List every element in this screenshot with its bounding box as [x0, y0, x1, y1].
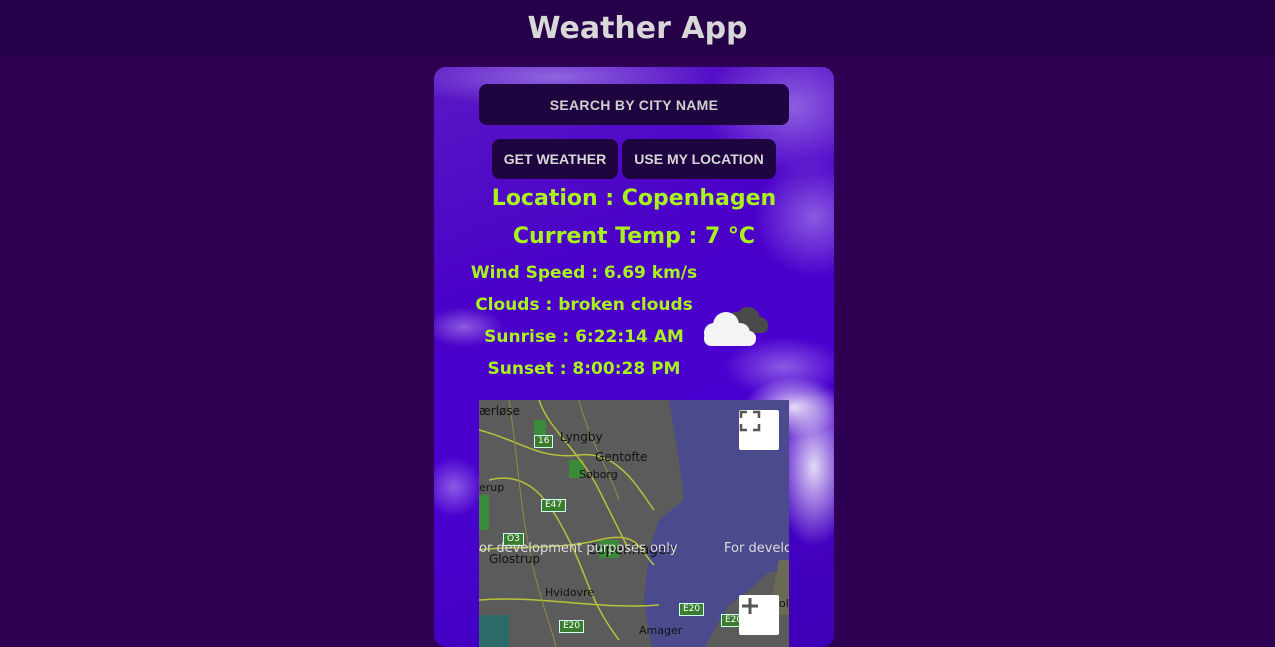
plus-icon — [742, 598, 758, 614]
map-label: Søborg — [579, 468, 618, 481]
map-label: Gentofte — [595, 450, 648, 464]
map-watermark: or development purposes only — [479, 541, 678, 556]
app-header: Weather App — [0, 0, 1275, 57]
fullscreen-icon — [739, 410, 761, 432]
road-marker: E20 — [559, 620, 585, 633]
broken-clouds-icon — [704, 307, 768, 346]
map-label: Amager — [639, 624, 683, 637]
map-label: Hvidovre — [545, 586, 595, 599]
fullscreen-button[interactable] — [739, 410, 779, 450]
sunset-text: Sunset : 8:00:28 PM — [487, 359, 681, 379]
map-label: ærløse — [479, 404, 521, 418]
current-temp-text: Current Temp : 7 °C — [512, 224, 756, 249]
road-marker: E47 — [541, 499, 567, 512]
sunrise-text: Sunrise : 6:22:14 AM — [484, 327, 684, 347]
get-weather-button[interactable]: GET WEATHER — [492, 139, 618, 179]
use-my-location-button[interactable]: USE MY LOCATION — [622, 139, 776, 179]
zoom-in-button[interactable] — [739, 595, 779, 635]
map-watermark: For develo — [724, 541, 789, 556]
map-label: ol — [779, 597, 789, 610]
city-search-input[interactable] — [479, 84, 789, 125]
road-marker: 16 — [534, 435, 554, 448]
app-title: Weather App — [527, 11, 748, 46]
wind-speed-text: Wind Speed : 6.69 km/s — [470, 263, 698, 283]
road-marker: E20 — [679, 603, 705, 616]
map-view[interactable]: ærløse Lyngby Gentofte Søborg erup Copen… — [479, 400, 789, 647]
weather-card: GET WEATHER USE MY LOCATION Location : C… — [434, 67, 834, 647]
clouds-text: Clouds : broken clouds — [475, 295, 693, 315]
map-label: erup — [479, 481, 505, 494]
location-text: Location : Copenhagen — [491, 186, 777, 211]
map-label: Lyngby — [560, 430, 603, 444]
